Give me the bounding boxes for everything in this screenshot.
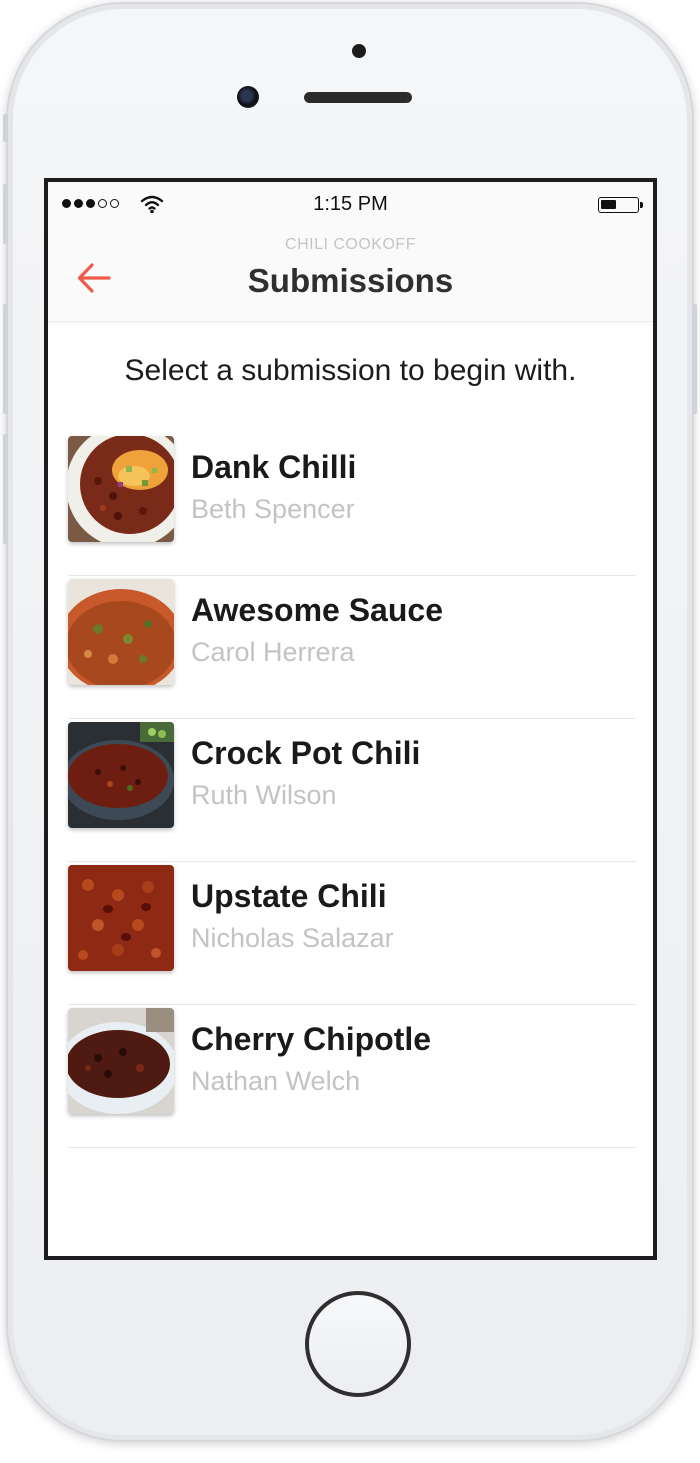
home-button[interactable]: [305, 1291, 411, 1397]
earpiece-speaker: [304, 92, 412, 103]
list-item[interactable]: Dank Chilli Beth Spencer: [68, 433, 636, 576]
submission-list: Dank Chilli Beth Spencer Awesome Sauce C…: [68, 433, 636, 1148]
submission-author: Carol Herrera: [191, 637, 355, 667]
instruction-text: Select a submission to begin with.: [124, 354, 577, 387]
nav-overtitle: CHILI COOKOFF: [285, 236, 416, 253]
submission-author: Nathan Welch: [191, 1066, 361, 1096]
submission-title: Cherry Chipotle: [191, 1021, 432, 1057]
volume-down-button: [3, 304, 8, 414]
dish-thumbnail: [68, 865, 174, 971]
status-bar: 1:15 PM: [48, 182, 653, 226]
volume-up-button: [3, 184, 8, 244]
battery-icon: [598, 197, 643, 213]
dish-thumbnail: [68, 722, 174, 828]
front-camera-icon: [237, 86, 259, 108]
power-button: [692, 304, 697, 414]
app-screen: 1:15 PM CHILI COOKOFF Submissions Select…: [44, 178, 657, 1260]
submission-title: Dank Chilli: [191, 449, 357, 485]
dish-thumbnail: [68, 579, 174, 685]
page-title: Submissions: [247, 262, 454, 299]
submission-title: Awesome Sauce: [191, 592, 443, 628]
list-item[interactable]: Upstate Chili Nicholas Salazar: [68, 862, 636, 1005]
submission-author: Beth Spencer: [191, 494, 355, 524]
volume-button: [3, 434, 8, 544]
proximity-sensor: [352, 44, 366, 58]
submission-title: Upstate Chili: [191, 878, 387, 914]
list-item[interactable]: Cherry Chipotle Nathan Welch: [68, 1005, 636, 1148]
dish-thumbnail: [68, 1008, 174, 1114]
list-item[interactable]: Awesome Sauce Carol Herrera: [68, 576, 636, 719]
dish-thumbnail: [68, 436, 174, 542]
battery-level: [601, 200, 616, 209]
list-item[interactable]: Crock Pot Chili Ruth Wilson: [68, 719, 636, 862]
submission-title: Crock Pot Chili: [191, 735, 421, 771]
mute-switch: [3, 114, 8, 142]
status-time: 1:15 PM: [313, 193, 388, 215]
submission-author: Ruth Wilson: [191, 780, 337, 810]
navigation-bar: CHILI COOKOFF Submissions: [48, 226, 653, 322]
submission-author: Nicholas Salazar: [191, 923, 394, 953]
